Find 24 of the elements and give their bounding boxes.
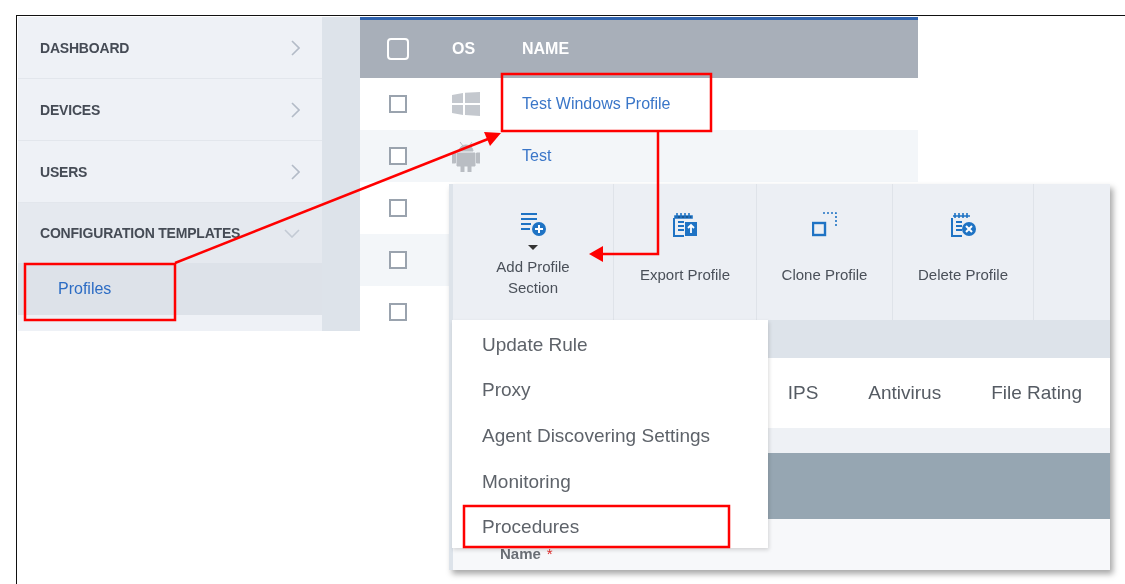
checkbox[interactable] xyxy=(389,199,407,217)
menu-item[interactable]: Proxy xyxy=(452,367,768,414)
list-plus-icon xyxy=(520,212,546,237)
clipboard-x-icon xyxy=(950,212,976,237)
checkbox[interactable] xyxy=(389,95,407,113)
clipboard-upload-icon xyxy=(672,212,698,237)
checkbox[interactable] xyxy=(389,147,407,165)
tab[interactable]: IPS xyxy=(787,382,819,404)
profile-link[interactable]: Test xyxy=(522,147,552,165)
menu-item[interactable]: Monitoring xyxy=(452,458,768,505)
column-header: NAME xyxy=(522,40,570,58)
sidebar-subitem[interactable]: Profiles xyxy=(18,263,322,315)
android-icon xyxy=(452,140,480,172)
menu-item[interactable]: Agent Discovering Settings xyxy=(452,413,768,459)
sidebar-item[interactable]: CONFIGURATION TEMPLATES xyxy=(18,203,322,263)
tab[interactable]: Antivirus xyxy=(868,382,942,404)
windows-icon xyxy=(452,92,480,116)
profile-link[interactable]: Test Windows Profile xyxy=(522,95,671,113)
tab[interactable]: File Rating xyxy=(991,382,1082,404)
column-header: OS xyxy=(452,40,477,58)
checkbox[interactable] xyxy=(389,251,407,269)
checkbox[interactable] xyxy=(389,303,407,321)
dashed-squares-icon xyxy=(812,212,837,237)
menu-item[interactable]: Update Rule xyxy=(452,322,768,368)
